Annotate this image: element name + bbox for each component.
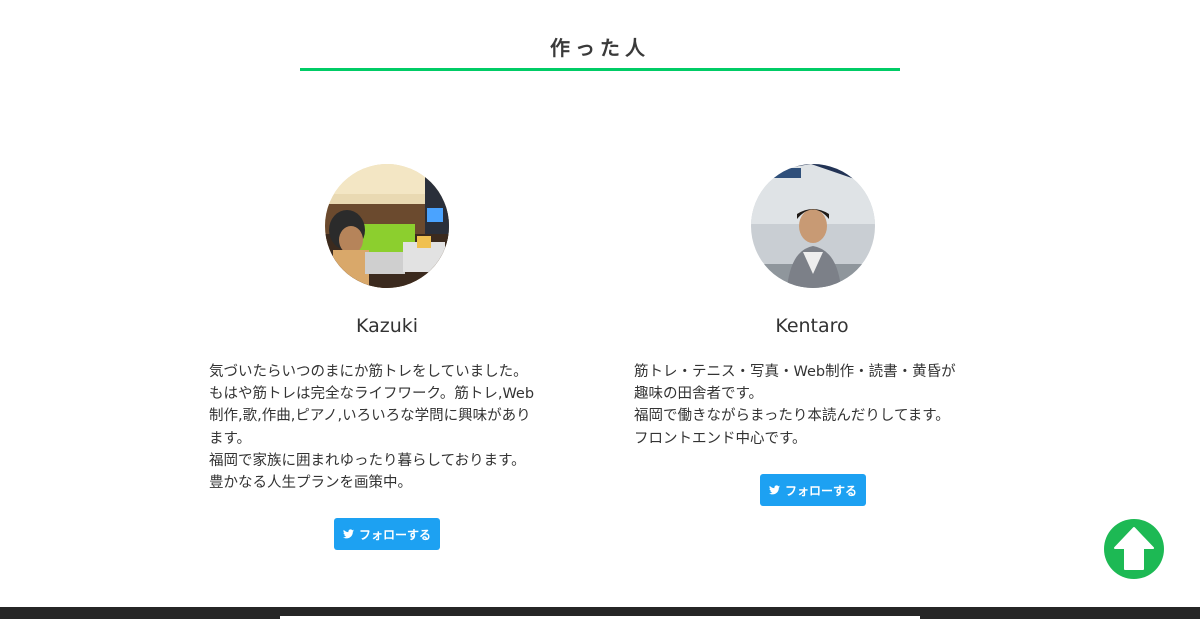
follow-button-kazuki[interactable]: フォローする	[334, 518, 440, 550]
bio-line: ます。	[209, 430, 252, 447]
twitter-icon	[342, 529, 354, 539]
member-bio-kazuki: 気づいたらいつのまにか筋トレをしていました。 もはや筋トレは完全なライフワーク。…	[209, 361, 569, 494]
bio-line: もはや筋トレは完全なライフワーク。筋トレ,Web	[209, 386, 535, 403]
bio-line: 福岡で家族に囲まれゆったり暮らしております。	[209, 452, 526, 469]
section-title: 作った人	[550, 36, 650, 60]
follow-button-kentaro[interactable]: フォローする	[760, 474, 866, 506]
scroll-to-top-button[interactable]	[1104, 519, 1164, 579]
bio-line: 制作,歌,作曲,ピアノ,いろいろな学問に興味があり	[209, 408, 531, 425]
avatar-kazuki	[325, 164, 449, 288]
bio-line: 福岡で働きながらまったり本読んだりしてます。	[634, 408, 950, 425]
bio-line: 筋トレ・テニス・写真・Web制作・読書・黄昏が	[634, 364, 956, 380]
member-name-kentaro: Kentaro	[775, 315, 849, 337]
avatar-kentaro	[751, 164, 875, 288]
member-bio-kentaro: 筋トレ・テニス・写真・Web制作・読書・黄昏が 趣味の田舎者です。 福岡で働きな…	[634, 361, 994, 450]
twitter-icon	[768, 485, 780, 495]
bio-line: 豊かなる人生プランを画策中。	[209, 475, 412, 492]
title-underline	[300, 68, 900, 71]
follow-label: フォローする	[358, 527, 431, 542]
member-name-kazuki: Kazuki	[355, 315, 419, 337]
page: 作った人 Kazuki 気づいたらいつのまにか筋トレをしていました。 もはや筋ト…	[0, 0, 1200, 619]
follow-label: フォローする	[784, 483, 857, 498]
bio-line: フロントエンド中心です。	[634, 430, 807, 447]
bio-line: 気づいたらいつのまにか筋トレをしていました。	[209, 364, 528, 380]
arrow-up-icon	[1114, 527, 1154, 570]
bio-line: 趣味の田舎者です。	[634, 386, 764, 403]
